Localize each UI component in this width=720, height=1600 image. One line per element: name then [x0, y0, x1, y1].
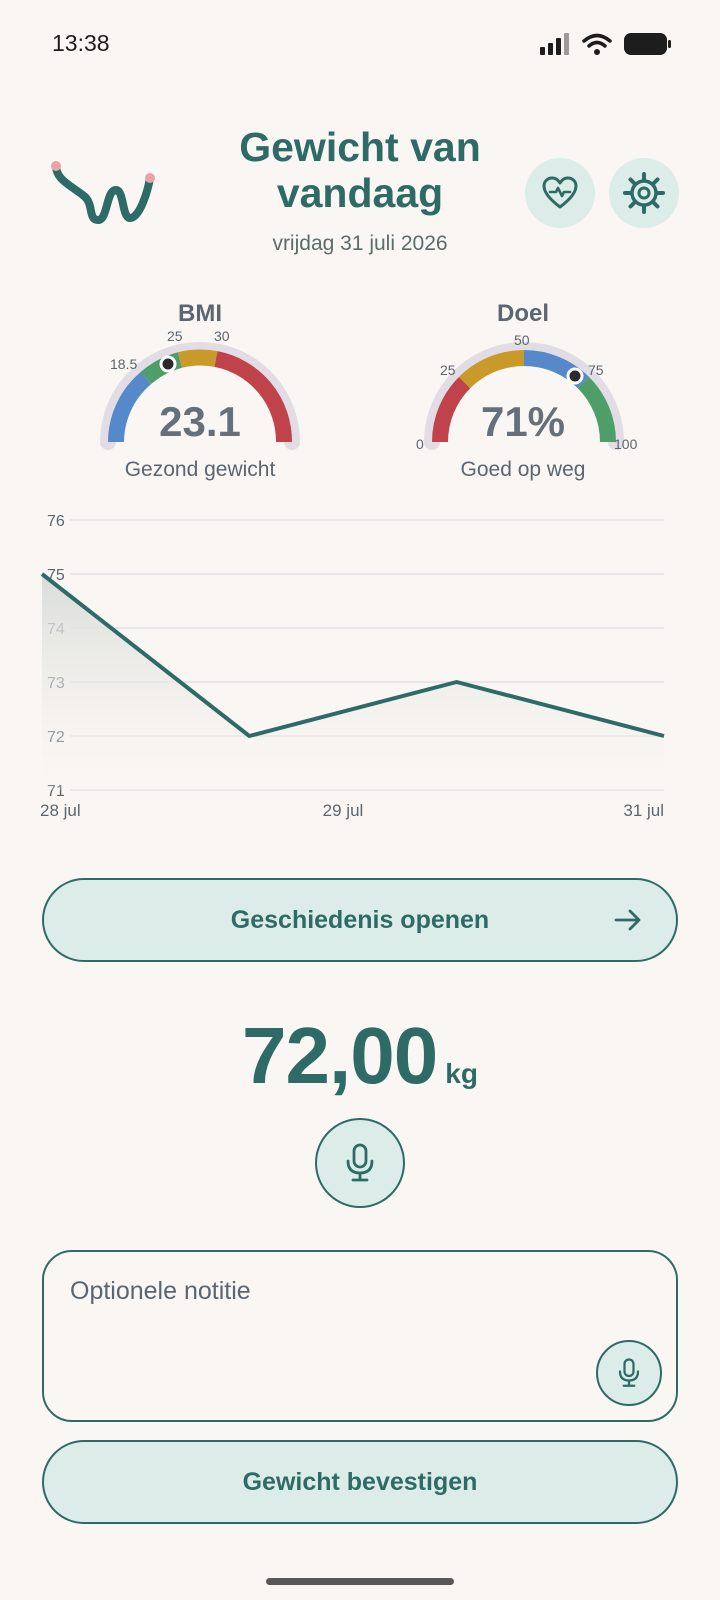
bmi-tick-3: 30 [214, 328, 230, 344]
health-button[interactable] [525, 158, 595, 228]
confirm-button-label: Gewicht bevestigen [242, 1467, 478, 1496]
bmi-caption: Gezond gewicht [124, 458, 276, 481]
settings-button[interactable] [609, 158, 679, 228]
goal-marker [566, 367, 584, 385]
bmi-tick-2: 25 [167, 328, 183, 344]
home-indicator [266, 1578, 454, 1585]
weight-unit: kg [445, 1058, 478, 1089]
status-time: 13:38 [52, 30, 110, 56]
wifi-icon [582, 33, 612, 55]
bmi-tick-1: 18.5 [110, 356, 138, 372]
signal-icon [540, 33, 569, 55]
bmi-title: BMI [178, 300, 222, 327]
history-button[interactable]: Geschiedenis openen [42, 878, 678, 962]
goal-tick-25: 25 [440, 362, 456, 378]
battery-icon [624, 33, 671, 55]
chart-x-tick: 31 jul [623, 801, 664, 820]
weight-chart: 71727374757628 jul29 jul31 jul [40, 513, 665, 820]
weight-display: 72,00 kg [160, 1010, 560, 1102]
page-title: Gewicht van vandaag [239, 124, 481, 216]
microphone-icon [618, 1358, 640, 1387]
weight-value: 72,00 [242, 1011, 438, 1100]
goal-tick-50: 50 [514, 332, 530, 348]
bmi-value: 23.1 [159, 398, 241, 445]
status-icons [540, 32, 672, 56]
chart-x-tick: 28 jul [40, 801, 81, 820]
app-logo [51, 161, 155, 225]
note-input[interactable] [68, 1276, 572, 1307]
status-bar: 13:38 [0, 0, 720, 90]
history-button-label: Geschiedenis openen [230, 905, 490, 934]
arrow-right-icon [614, 909, 641, 931]
heart-pulse-icon [542, 176, 578, 209]
bmi-arc-yellow [178, 349, 218, 368]
goal-tick-75: 75 [588, 362, 604, 378]
note-field[interactable] [42, 1250, 678, 1422]
microphone-icon [346, 1143, 374, 1182]
voice-input-button[interactable] [315, 1118, 405, 1208]
goal-title: Doel [496, 300, 549, 327]
goal-caption: Goed op weg [460, 458, 586, 481]
note-voice-button[interactable] [596, 1340, 662, 1406]
gear-icon [623, 172, 665, 214]
chart-y-tick: 76 [47, 513, 65, 530]
bmi-marker [159, 355, 177, 373]
chart-x-tick: 29 jul [323, 801, 364, 820]
page-date: vrijdag 31 juli 2026 [272, 232, 448, 255]
confirm-weight-button[interactable]: Gewicht bevestigen [42, 1440, 678, 1524]
goal-value: 71% [480, 398, 566, 445]
